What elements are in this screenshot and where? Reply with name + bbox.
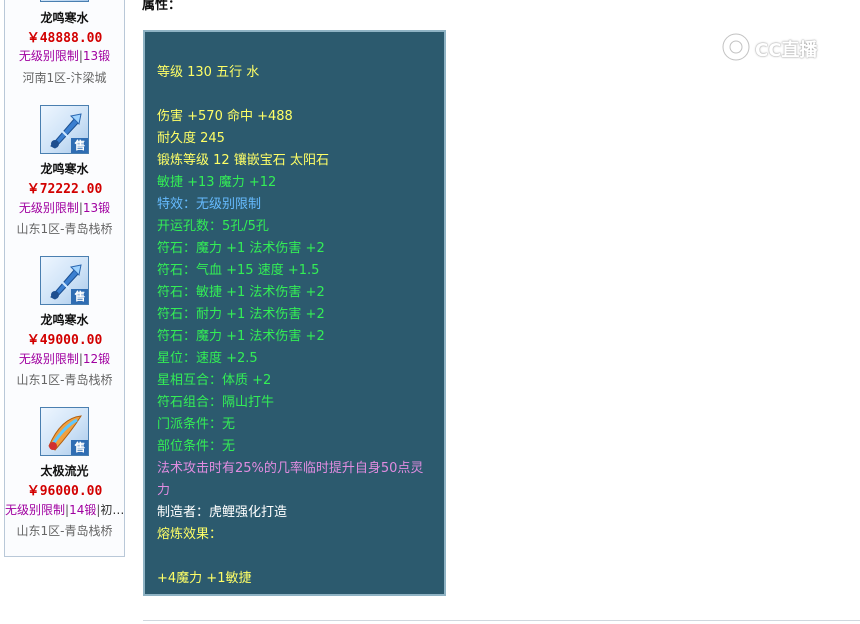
- attributes-panel: 等级 130 五行 水 伤害 +570 命中 +488 耐久度 245 锻炼等级…: [143, 30, 446, 596]
- item-name[interactable]: 龙鸣寒水: [5, 311, 124, 328]
- attr-line: 开运孔数：5孔/5孔: [157, 219, 269, 234]
- cc-live-watermark: CC直播: [719, 30, 839, 64]
- item-name[interactable]: 太极流光: [5, 462, 124, 479]
- watermark-text: CC直播: [755, 40, 818, 61]
- item-limit: 无级别限制|12锻: [18, 352, 111, 366]
- item-thumbnail[interactable]: [40, 0, 89, 2]
- attr-line: 门派条件：无: [157, 417, 236, 432]
- attr-line: 伤害 +570 命中 +488: [157, 109, 293, 124]
- item-price: ￥72222.00: [26, 182, 103, 197]
- attr-line: 符石：魔力 +1 法术伤害 +2: [157, 329, 325, 344]
- sell-badge: 售: [71, 138, 88, 153]
- cc-logo-icon: [721, 32, 751, 62]
- item-price: ￥49000.00: [26, 333, 103, 348]
- attr-line: 锻炼等级 12 镶嵌宝石 太阳石: [157, 153, 329, 168]
- attr-line: 符石：耐力 +1 法术伤害 +2: [157, 307, 325, 322]
- attr-line: +4魔力 +1敏捷: [157, 571, 252, 586]
- item-server: 山东1区-青岛栈桥: [16, 373, 113, 387]
- attr-line: 星相互合：体质 +2: [157, 373, 272, 388]
- item-thumbnail[interactable]: 售: [40, 256, 89, 305]
- sell-badge: 售: [71, 440, 88, 455]
- item-limit: 无级别限制|13锻: [18, 49, 111, 63]
- item-server: 河南1区-汴梁城: [22, 71, 107, 85]
- sell-badge: 售: [71, 289, 88, 304]
- attr-line: 制造者：虎鲤强化打造: [157, 505, 288, 520]
- attr-line: 部位条件：无: [157, 439, 236, 454]
- item-server: 山东1区-青岛栈桥: [16, 524, 113, 538]
- attr-line: 法术攻击时有25%的几率临时提升自身50点灵: [157, 461, 424, 476]
- item-limit: 无级别限制|13锻: [18, 201, 111, 215]
- attr-line: 力: [157, 483, 171, 498]
- item-limit: 无级别限制|14锻|初…: [5, 503, 124, 517]
- attr-line: 耐久度 245: [157, 131, 225, 146]
- item-thumbnail[interactable]: 售: [40, 105, 89, 154]
- item-server: 山东1区-青岛栈桥: [16, 222, 113, 236]
- item-price: ￥48888.00: [26, 31, 103, 46]
- attr-line: 符石：敏捷 +1 法术伤害 +2: [157, 285, 325, 300]
- attr-line: 特效：无级别限制: [157, 197, 262, 212]
- attributes-label: 属性：: [142, 0, 182, 13]
- item-name[interactable]: 龙鸣寒水: [5, 9, 124, 26]
- item-sidebar: 龙鸣寒水 ￥48888.00 无级别限制|13锻 河南1区-汴梁城 售 龙鸣寒水…: [4, 0, 125, 557]
- attr-line: 熔炼效果：: [157, 527, 223, 542]
- attr-line: 敏捷 +13 魔力 +12: [157, 175, 277, 190]
- attr-line: 星位：速度 +2.5: [157, 351, 258, 366]
- item-price: ￥96000.00: [26, 484, 103, 499]
- attr-line: 符石：气血 +15 速度 +1.5: [157, 263, 320, 278]
- divider: [143, 620, 860, 621]
- attr-line: 符石组合：隔山打牛: [157, 395, 275, 410]
- attr-line: 符石：魔力 +1 法术伤害 +2: [157, 241, 325, 256]
- item-name[interactable]: 龙鸣寒水: [5, 160, 124, 177]
- item-thumbnail[interactable]: 售: [40, 407, 89, 456]
- attr-line: 等级 130 五行 水: [157, 65, 260, 80]
